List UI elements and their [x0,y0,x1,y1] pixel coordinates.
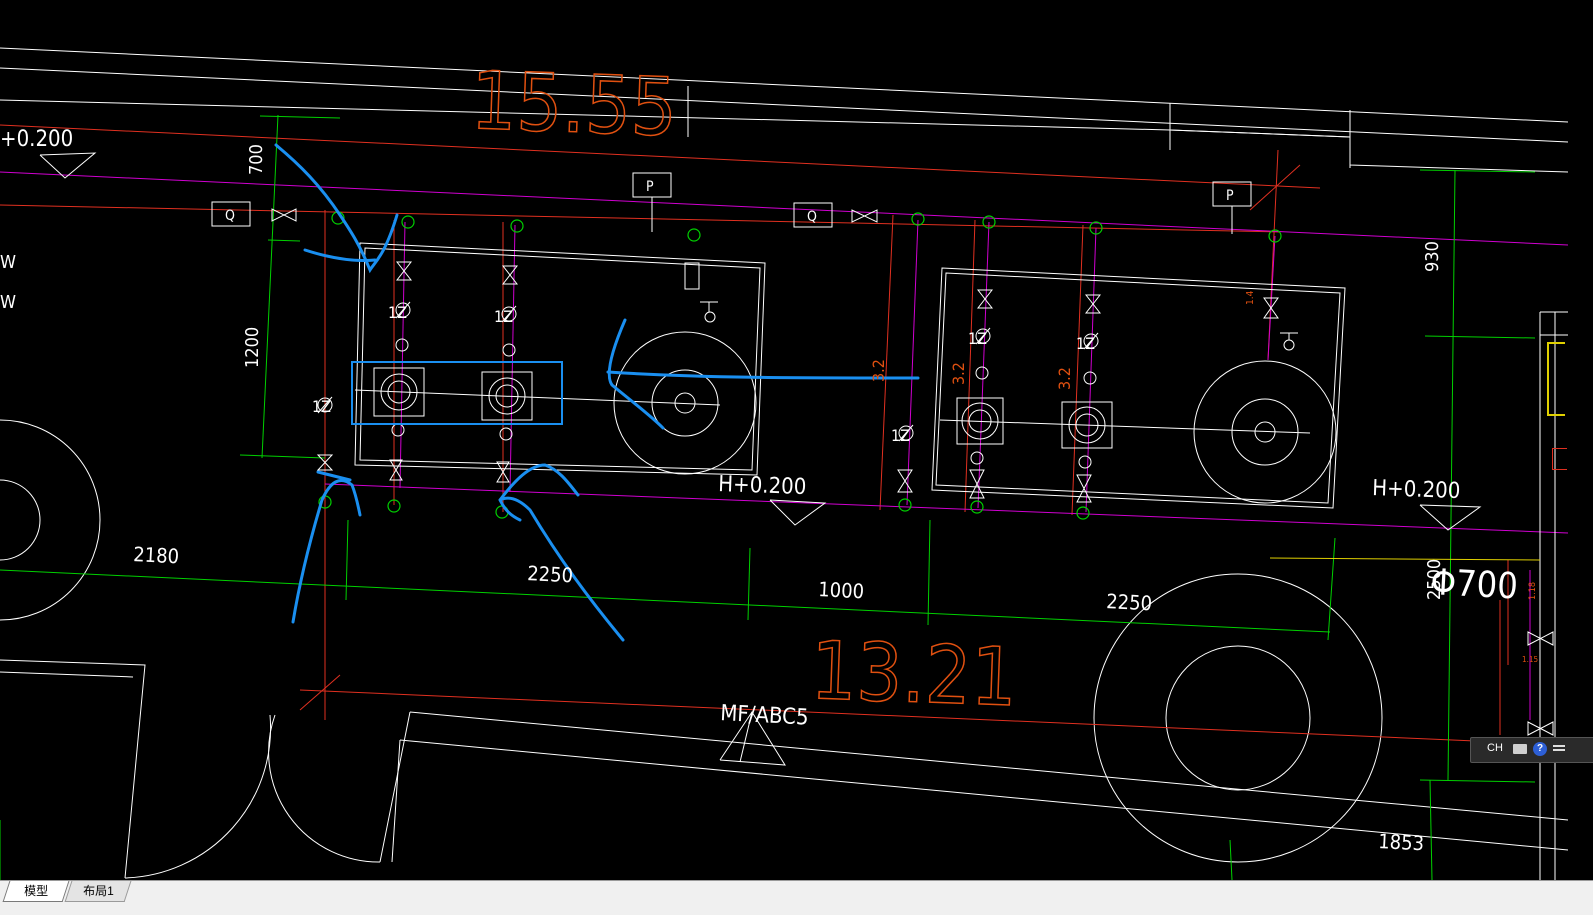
slope-label-2: 3.2 [949,362,968,385]
valve-label-5: 1Z [1076,334,1095,353]
red-marker [1552,448,1567,470]
magenta-pipes [0,171,1568,720]
help-icon[interactable]: ? [1533,742,1547,756]
elevation-bottom-label: 13.21 [809,624,1018,724]
elevation-left-text: +0.200 [0,127,73,152]
q-label-right: Q [807,209,817,225]
ime-language-label[interactable]: CH [1487,742,1503,754]
ime-language-bar[interactable]: CH ? [1470,737,1593,763]
building-outline [0,47,1568,879]
dim-930-text: 930 [1422,241,1443,272]
dim-1000-text: 1000 [818,577,865,603]
fire-extinguisher-label: MF/ABC5 [720,701,809,731]
dim-700-text: 700 [246,144,267,175]
layout-tab-bar: 模型 布局1 [0,880,1593,915]
slope-label-3: 3.2 [1055,367,1074,390]
elevation-right-text: H+0.200 [1372,476,1461,504]
phi-700-text: Φ700 [1430,562,1519,608]
slope-label-1: 3.2 [869,359,888,382]
yellow-marker [1547,342,1565,416]
valve-label-1: 1Z [388,303,407,322]
p-label-left: P [646,179,654,195]
elevation-mid-text: H+0.200 [718,472,807,500]
valve-label-3: 1Z [312,397,331,416]
tab-layout1[interactable]: 布局1 [64,881,132,902]
dim-115-text: 1.15 [1522,655,1538,664]
freehand-annotations [274,143,920,642]
red-lines [0,124,1568,746]
pipe-nodes [318,211,1282,520]
yellow-line [1269,557,1541,561]
cad-model-canvas[interactable]: 15.55 13.21 +0.200 H+0.200 H+0.200 700 1… [0,0,1568,880]
valve-label-2: 1Z [494,307,513,326]
valve-label-6: 1Z [891,426,910,445]
keyboard-icon[interactable] [1513,744,1527,754]
dim-1853-text: 1853 [1378,829,1425,855]
tab-layout1-label: 布局1 [82,884,114,898]
valve-label-4: 1Z [968,329,987,348]
elevation-top-label: 15.55 [469,54,678,154]
slope-label-4: 1.4 [1245,290,1256,305]
dim-2250b-text: 2250 [1106,589,1153,615]
w-label-bottom: W [0,292,16,313]
dim-118-text: 1.18 [1528,582,1538,600]
p-label-right: P [1226,188,1234,204]
q-label-left: Q [225,208,235,224]
cad-drawing[interactable]: 15.55 13.21 +0.200 H+0.200 H+0.200 700 1… [0,0,1568,880]
dim-2180-text: 2180 [133,542,180,568]
dim-1200-text: 1200 [242,327,263,368]
equipment-frames [39,152,1568,880]
dimension-labels: +0.200 H+0.200 H+0.200 700 1200 930 2500… [0,127,1519,855]
menu-icon[interactable] [1553,743,1565,755]
w-label-top: W [0,252,16,273]
selection-rectangle [351,361,563,425]
dim-2250a-text: 2250 [527,561,574,587]
tab-model[interactable]: 模型 [2,881,70,902]
tab-model-label: 模型 [24,884,49,898]
